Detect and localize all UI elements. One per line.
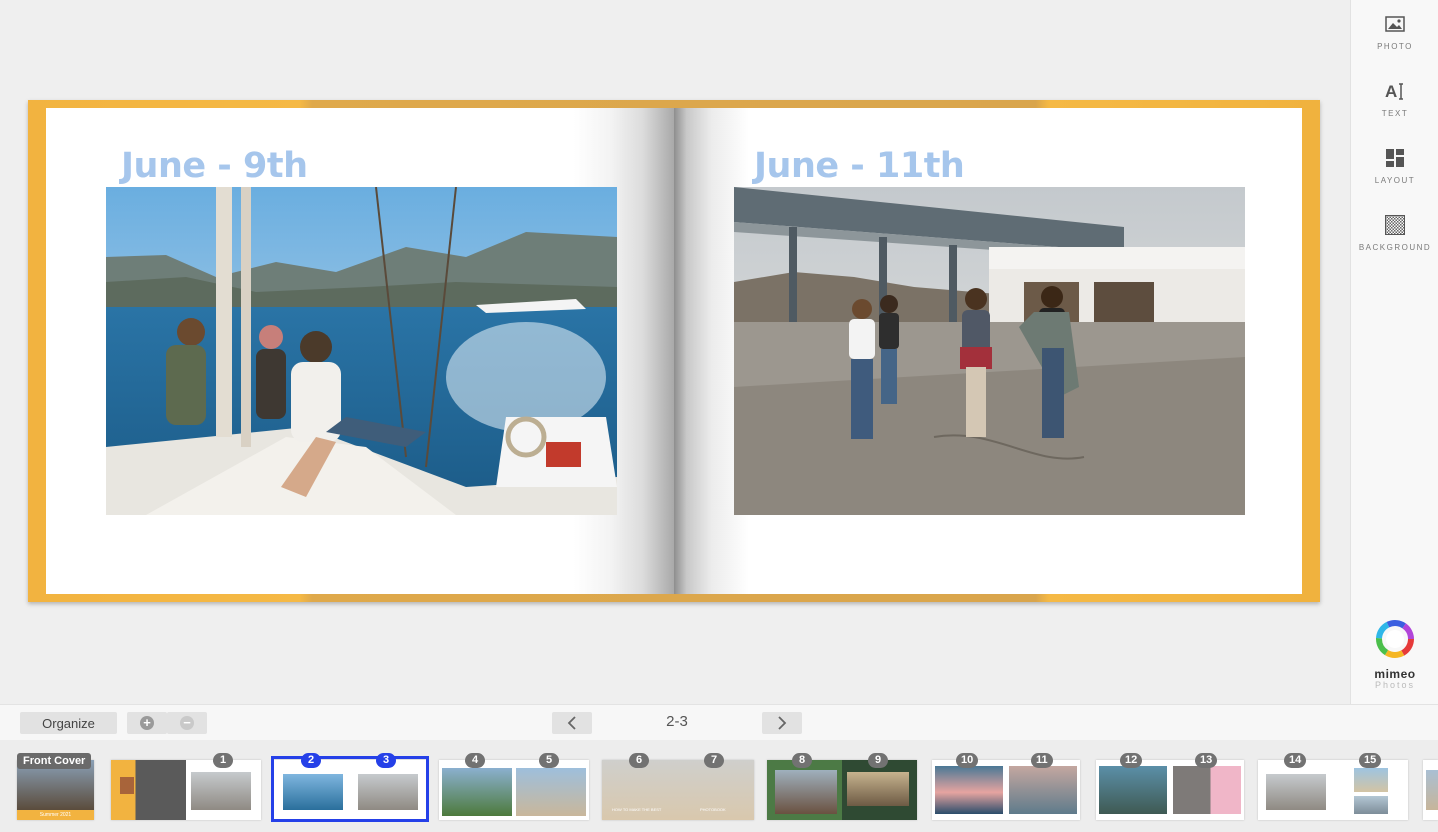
page-badge-8: 8 [792, 753, 812, 768]
plus-icon: + [140, 716, 154, 730]
organize-button[interactable]: Organize [20, 712, 117, 734]
left-page-photo[interactable] [106, 187, 617, 515]
front-cover-label: Front Cover [17, 753, 92, 769]
page-toolbar: Organize + − 2-3 [0, 704, 1438, 740]
remove-page-button[interactable]: − [167, 712, 207, 734]
page-badge-11: 11 [1031, 753, 1053, 768]
add-page-button[interactable]: + [127, 712, 167, 734]
minus-icon: − [180, 716, 194, 730]
thumbnail-front-cover[interactable]: Summer 2021 [17, 760, 94, 820]
thumbnail-spread-4[interactable]: HOW TO MAKE THE BEST PHOTOBOOK [602, 760, 754, 820]
right-page[interactable]: June - 11th [674, 108, 1302, 594]
sailboat-photo [106, 187, 617, 515]
layout-tool-label: LAYOUT [1374, 176, 1416, 185]
text-tool-label: TEXT [1381, 109, 1409, 118]
page-badge-7: 7 [704, 753, 724, 768]
background-tool-button[interactable]: BACKGROUND [1351, 213, 1438, 252]
thumbnail-spread-3[interactable] [439, 760, 589, 820]
page-badge-13: 13 [1195, 753, 1218, 768]
page-badge-10: 10 [956, 753, 979, 768]
thumbnail-spread-8[interactable] [1258, 760, 1408, 820]
background-icon [1383, 213, 1407, 237]
page-badge-4: 4 [465, 753, 485, 768]
page-badge-12: 12 [1120, 753, 1143, 768]
spread-caption-left: HOW TO MAKE THE BEST [612, 807, 662, 812]
page-badge-6: 6 [629, 753, 649, 768]
photo-icon [1383, 12, 1407, 36]
page-badge-2: 2 [301, 753, 321, 768]
text-tool-button[interactable]: A TEXT [1351, 79, 1438, 118]
previous-page-button[interactable] [552, 712, 592, 734]
selected-spread-outline [271, 756, 429, 822]
page-indicator: 2-3 [666, 713, 688, 730]
front-cover-caption: Summer 2021 [39, 812, 72, 818]
thumbnail-spread-6[interactable] [932, 760, 1080, 820]
left-page[interactable]: June - 9th [46, 108, 674, 594]
next-page-button[interactable] [762, 712, 802, 734]
page-badge-9: 9 [868, 753, 888, 768]
photobook-spread: June - 9th June - 11th [28, 100, 1320, 602]
mimeo-logo-icon [1376, 620, 1414, 658]
page-badge-5: 5 [539, 753, 559, 768]
photo-tool-button[interactable]: PHOTO [1351, 12, 1438, 51]
photo-tool-label: PHOTO [1377, 42, 1413, 51]
brand-sub: Photos [1374, 680, 1416, 690]
tools-panel: PHOTO A TEXT LAYOUT BACKGROUND mimeo Pho… [1350, 0, 1438, 704]
background-tool-label: BACKGROUND [1358, 243, 1432, 252]
page-badge-14: 14 [1284, 753, 1307, 768]
layout-tool-button[interactable]: LAYOUT [1351, 146, 1438, 185]
spread-caption-right: PHOTOBOOK [700, 807, 726, 812]
mimeo-photos-logo: mimeo Photos [1351, 620, 1438, 690]
page-badge-1: 1 [213, 753, 233, 768]
chevron-right-icon [778, 716, 787, 730]
right-page-heading[interactable]: June - 11th [754, 146, 965, 186]
editor-canvas: June - 9th June - 11th [0, 0, 1350, 704]
chevron-left-icon [567, 716, 576, 730]
thumbnail-spread-9[interactable] [1423, 760, 1438, 820]
brand-name: mimeo [1374, 667, 1416, 681]
thumbnail-spread-1[interactable] [111, 760, 261, 820]
left-page-heading[interactable]: June - 9th [121, 146, 308, 186]
right-page-photo[interactable] [734, 187, 1245, 515]
thumbnail-spread-7[interactable] [1096, 760, 1244, 820]
text-icon: A [1383, 79, 1407, 103]
page-badge-3: 3 [376, 753, 396, 768]
layout-icon [1383, 146, 1407, 170]
svg-text:A: A [1385, 82, 1397, 101]
page-badge-15: 15 [1359, 753, 1382, 768]
thumbnail-strip: Summer 2021 Front Cover 1 2 3 4 5 HOW TO… [0, 740, 1438, 832]
thumbnail-spread-5[interactable] [767, 760, 917, 820]
friends-walking-photo [734, 187, 1245, 515]
